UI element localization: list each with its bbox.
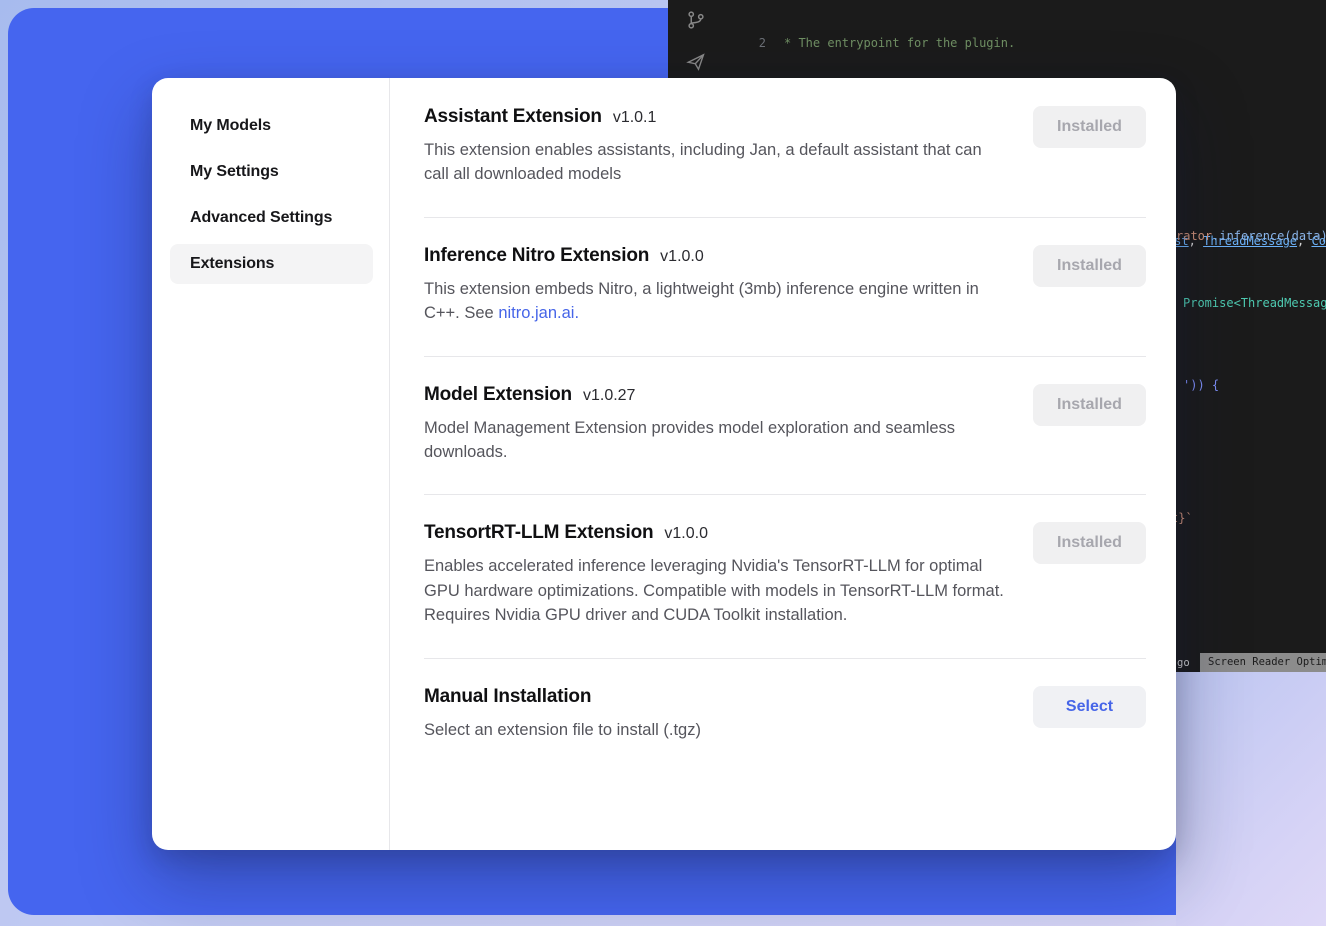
- select-file-button[interactable]: Select: [1033, 686, 1146, 728]
- extension-version: v1.0.1: [613, 109, 657, 127]
- manual-installation-row: Manual Installation Select an extension …: [424, 659, 1146, 742]
- description-text: Enables accelerated inference leveraging…: [424, 557, 1004, 624]
- settings-sidebar: My Models My Settings Advanced Settings …: [152, 78, 390, 850]
- extension-row-model: Model Extension v1.0.27 Model Management…: [424, 357, 1146, 496]
- extension-title: TensortRT-LLM Extension: [424, 522, 653, 544]
- extension-description: This extension enables assistants, inclu…: [424, 138, 1009, 187]
- sidebar-item-extensions[interactable]: Extensions: [170, 244, 373, 284]
- screen-reader-badge[interactable]: Screen Reader Optimized: [1200, 653, 1326, 672]
- sidebar-item-advanced-settings[interactable]: Advanced Settings: [170, 198, 373, 238]
- nitro-jan-ai-link[interactable]: nitro.jan.ai.: [498, 304, 579, 322]
- code-fragment: rator.inference(data));: [1176, 229, 1326, 243]
- description-text: Model Management Extension provides mode…: [424, 419, 955, 461]
- code-comment: * The entrypoint for the plugin.: [784, 35, 1015, 52]
- extension-description: Model Management Extension provides mode…: [424, 416, 1009, 465]
- extension-row-assistant: Assistant Extension v1.0.1 This extensio…: [424, 96, 1146, 218]
- manual-installation-description: Select an extension file to install (.tg…: [424, 718, 701, 742]
- manual-installation-title: Manual Installation: [424, 686, 591, 708]
- installed-button[interactable]: Installed: [1033, 245, 1146, 287]
- send-icon[interactable]: [686, 52, 706, 72]
- extension-version: v1.0.0: [660, 248, 704, 266]
- code-text: .inference(data));: [1212, 229, 1326, 243]
- extension-title: Assistant Extension: [424, 106, 602, 128]
- git-branch-icon[interactable]: [686, 10, 706, 30]
- code-fragment: ')) {: [1183, 378, 1219, 392]
- installed-button[interactable]: Installed: [1033, 522, 1146, 564]
- line-number: 2: [726, 35, 766, 52]
- extension-title: Inference Nitro Extension: [424, 245, 649, 267]
- extension-description: Enables accelerated inference leveraging…: [424, 554, 1009, 627]
- code-line: 2 * The entrypoint for the plugin.: [726, 35, 1326, 52]
- extension-description: This extension embeds Nitro, a lightweig…: [424, 277, 1009, 326]
- description-text: This extension enables assistants, inclu…: [424, 141, 982, 183]
- extension-title: Model Extension: [424, 384, 572, 406]
- extensions-panel: Assistant Extension v1.0.1 This extensio…: [390, 78, 1176, 850]
- extension-version: v1.0.27: [583, 387, 635, 405]
- extension-row-nitro: Inference Nitro Extension v1.0.0 This ex…: [424, 218, 1146, 357]
- sidebar-item-my-models[interactable]: My Models: [170, 106, 373, 146]
- background-gradient: [1176, 672, 1326, 926]
- extension-version: v1.0.0: [664, 525, 708, 543]
- installed-button[interactable]: Installed: [1033, 106, 1146, 148]
- sidebar-item-my-settings[interactable]: My Settings: [170, 152, 373, 192]
- status-text: go: [1177, 657, 1190, 669]
- extension-row-tensorrt: TensortRT-LLM Extension v1.0.0 Enables a…: [424, 495, 1146, 658]
- settings-modal: My Models My Settings Advanced Settings …: [152, 78, 1176, 850]
- description-text: Select an extension file to install (.tg…: [424, 721, 701, 739]
- code-text: rator: [1176, 229, 1212, 243]
- code-fragment: Promise<ThreadMessage>: [1183, 296, 1326, 310]
- installed-button[interactable]: Installed: [1033, 384, 1146, 426]
- screen: 2* The entrypoint for the plugin. 3*/ 4 …: [0, 0, 1326, 926]
